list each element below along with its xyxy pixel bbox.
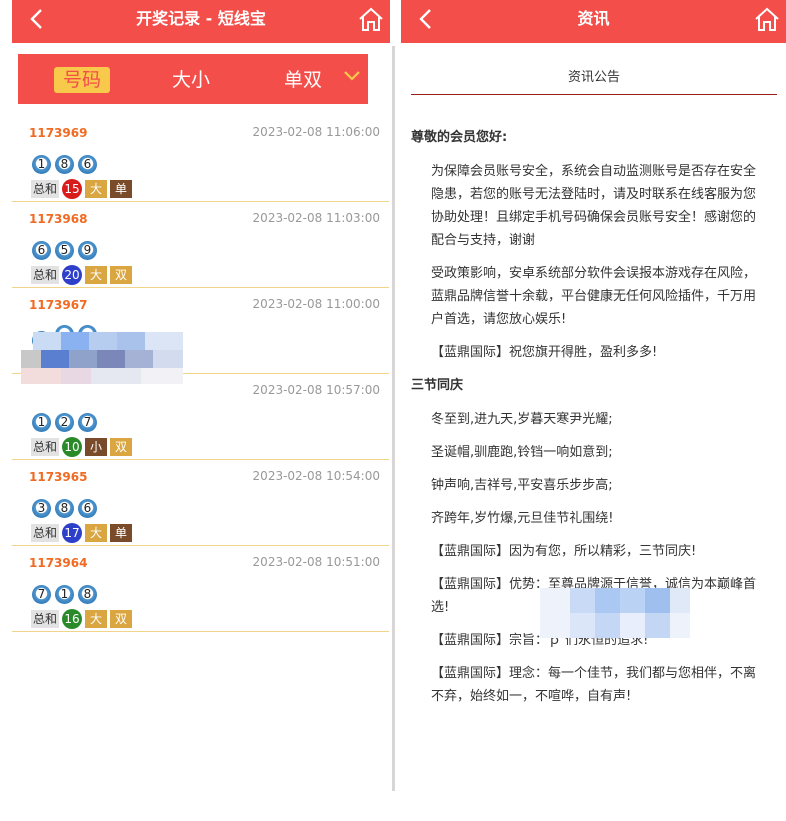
- chevron-down-icon[interactable]: [344, 70, 360, 82]
- home-icon[interactable]: [358, 6, 384, 32]
- result-tags: 总和 15 大单: [31, 178, 135, 199]
- greeting-line: 圣诞帽,驯鹿跑,铃铛一响如意到;: [431, 445, 613, 460]
- number-ball: 5: [55, 241, 74, 260]
- number-ball: 2: [55, 413, 74, 432]
- size-badge: 小: [85, 437, 108, 456]
- scrollbar[interactable]: [392, 46, 395, 791]
- draw-row: 1173968 2023-02-08 11:03:00 6 5 9 总和 20 大双: [12, 201, 389, 288]
- number-ball: 7: [32, 585, 51, 604]
- result-tags: 总和 20 大双: [31, 264, 135, 285]
- draw-row: 1173969 2023-02-08 11:06:00 1 8 6 总和 15 大单: [12, 115, 389, 202]
- sum-label: 总和: [31, 523, 60, 542]
- draw-time: 2023-02-08 10:51:00: [252, 555, 380, 569]
- greeting-line: 【蓝鼎国际】因为有您，所以精彩，三节同庆!: [431, 544, 697, 559]
- parity-badge: 单: [110, 523, 133, 542]
- issue-number: 1173967: [29, 298, 88, 312]
- home-icon[interactable]: [754, 6, 780, 32]
- parity-badge: 双: [110, 265, 133, 284]
- number-ball: 3: [32, 499, 51, 518]
- tab-number[interactable]: 号码: [54, 67, 111, 93]
- ball-group: 718: [32, 583, 101, 604]
- number-ball: 1: [32, 413, 51, 432]
- announcement-paragraph: 为保障会员账号安全，系统会自动监测账号是否存在安全隐患，若您的账号无法登陆时，请…: [431, 164, 757, 248]
- number-ball: 9: [78, 241, 97, 260]
- parity-badge: 双: [110, 609, 133, 628]
- announcement-paragraph: 【蓝鼎国际】祝您旗开得胜，盈利多多!: [431, 345, 658, 360]
- sum-value: 20: [62, 264, 83, 285]
- issue-number: 1173969: [29, 126, 88, 140]
- draw-time: 2023-02-08 10:54:00: [252, 469, 380, 483]
- greeting: 尊敬的会员您好:: [411, 130, 508, 145]
- draw-time: 2023-02-08 11:06:00: [252, 125, 380, 139]
- ball-group: 659: [32, 239, 101, 260]
- parity-badge: 双: [110, 437, 133, 456]
- news-panel: 资讯 资讯公告 尊敬的会员您好: 为保障会员账号安全，系统会自动监测账号是否存在…: [401, 0, 786, 821]
- sum-value: 17: [62, 522, 83, 543]
- tab-size[interactable]: 大小: [172, 67, 210, 93]
- number-ball: 8: [55, 155, 74, 174]
- section-subheader: 资讯公告: [411, 66, 777, 95]
- greeting-line: 钟声响,吉祥号,平安喜乐步步高;: [431, 478, 613, 493]
- sum-label: 总和: [31, 609, 60, 628]
- parity-badge: 单: [110, 179, 133, 198]
- sum-label: 总和: [31, 265, 60, 284]
- issue-number: 1173965: [29, 470, 88, 484]
- number-ball: 6: [78, 499, 97, 518]
- sum-value: 15: [62, 178, 83, 199]
- number-ball: 1: [55, 585, 74, 604]
- sum-value: 10: [62, 436, 83, 457]
- left-header: 开奖记录 - 短线宝: [12, 0, 390, 43]
- panel-divider: [390, 0, 401, 821]
- issue-number: 1173964: [29, 556, 88, 570]
- result-tags: 总和 10 小双: [31, 436, 135, 457]
- ball-group: 386: [32, 497, 101, 518]
- mosaic-overlay: [21, 330, 183, 390]
- size-badge: 大: [85, 523, 108, 542]
- number-ball: 1: [32, 155, 51, 174]
- draw-time: 2023-02-08 10:57:00: [252, 383, 380, 397]
- sum-label: 总和: [31, 437, 60, 456]
- number-ball: 7: [78, 413, 97, 432]
- page-title: 开奖记录 - 短线宝: [136, 9, 266, 28]
- section-heading: 三节同庆: [411, 378, 464, 393]
- result-tags: 总和 17 大单: [31, 522, 135, 543]
- draw-row: 1173965 2023-02-08 10:54:00 3 8 6 总和 17 大单: [12, 459, 389, 546]
- ball-group: 127: [32, 411, 101, 432]
- number-ball: 6: [78, 155, 97, 174]
- greeting-line: 【蓝鼎国际】理念：每一个佳节，我们都与您相伴，不离不弃，始终如一，不喧哗，自有声…: [431, 666, 757, 704]
- right-header: 资讯: [401, 0, 786, 43]
- mosaic-overlay: [540, 588, 690, 638]
- number-ball: 8: [78, 585, 97, 604]
- size-badge: 大: [85, 179, 108, 198]
- draw-time: 2023-02-08 11:03:00: [252, 211, 380, 225]
- draw-row: 1173964 2023-02-08 10:51:00 7 1 8 总和 16 大双: [12, 545, 389, 632]
- page-title: 资讯: [577, 9, 610, 28]
- number-ball: 6: [32, 241, 51, 260]
- sum-label: 总和: [31, 179, 60, 198]
- sum-value: 16: [62, 608, 83, 629]
- display-mode-tabs: 号码 大小 单双: [18, 54, 368, 104]
- greeting-line: 冬至到,进九天,岁暮天寒尹光耀;: [431, 412, 613, 427]
- tab-parity[interactable]: 单双: [284, 67, 322, 93]
- draw-time: 2023-02-08 11:00:00: [252, 297, 380, 311]
- number-ball: 8: [55, 499, 74, 518]
- ball-group: 186: [32, 153, 101, 174]
- issue-number: 1173968: [29, 212, 88, 226]
- greeting-line: 齐跨年,岁竹爆,元旦佳节礼围绕!: [431, 511, 614, 526]
- size-badge: 大: [85, 265, 108, 284]
- size-badge: 大: [85, 609, 108, 628]
- result-tags: 总和 16 大双: [31, 608, 135, 629]
- announcement-paragraph: 受政策影响，安卓系统部分软件会误报本游戏存在风险，蓝鼎品牌信誉十余载，平台健康无…: [431, 266, 757, 327]
